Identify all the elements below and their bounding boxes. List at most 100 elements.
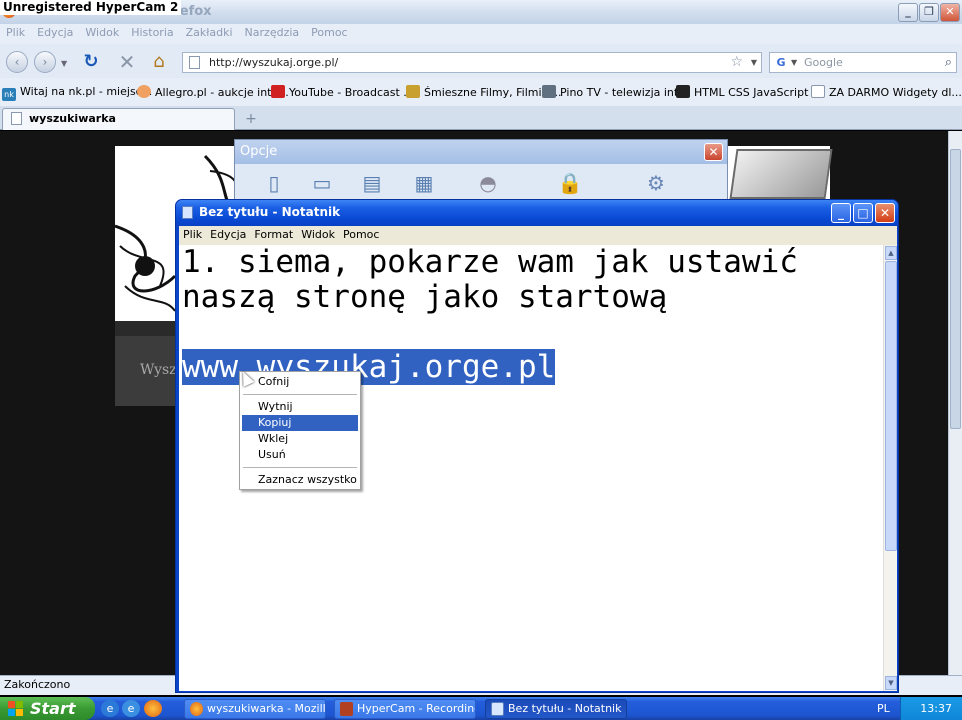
minimize-button[interactable]: _ (898, 3, 918, 22)
menu-edycja[interactable]: Edycja (31, 24, 79, 42)
notepad-menubar: Plik Edycja Format Widok Pomoc (179, 226, 897, 245)
notepad-close-button[interactable]: ✕ (875, 203, 895, 223)
tab-wyszukiwarka[interactable]: wyszukiwarka (2, 108, 235, 130)
np-menu-edycja[interactable]: Edycja (206, 226, 250, 244)
history-dropdown-icon[interactable]: ▼ (61, 59, 67, 68)
notepad-content: 1. siema, pokarze wam jak ustawić naszą s… (182, 245, 798, 385)
task-label: HyperCam - Recording (357, 702, 476, 715)
bookmark-item[interactable]: nk Witaj na nk.pl - miejsc... (2, 85, 152, 101)
menu-zakladki[interactable]: Zakładki (180, 24, 239, 42)
code-icon (676, 85, 690, 98)
start-label: Start (30, 699, 76, 718)
bookmarks-toolbar: nk Witaj na nk.pl - miejsc... Allegro.pl … (0, 78, 962, 106)
search-engine-dropdown-icon[interactable]: ▼ (791, 53, 797, 72)
np-menu-widok[interactable]: Widok (297, 226, 339, 244)
privacy-mask-icon[interactable]: ◓ (475, 171, 501, 195)
taskbar: Start e e wyszukiwarka - Mozill... Hyper… (0, 697, 962, 720)
clock[interactable]: 13:37 (920, 702, 952, 715)
task-label: Bez tytułu - Notatnik (508, 702, 622, 715)
context-menu: Cofnij Wytnij Kopiuj Wklej Usuń Zaznacz … (239, 371, 361, 490)
content-tab-icon[interactable]: ▤ (359, 171, 385, 195)
task-firefox[interactable]: wyszukiwarka - Mozill... (184, 699, 326, 719)
options-close-button[interactable]: ✕ (704, 143, 723, 161)
menu-item-zaznacz-wszystko[interactable]: Zaznacz wszystko (242, 472, 358, 488)
notepad-maximize-button[interactable]: □ (853, 203, 873, 223)
bookmark-label: Witaj na nk.pl - miejsc... (20, 85, 153, 98)
tv-icon (542, 85, 556, 98)
allegro-icon (137, 85, 151, 98)
menu-pomoc[interactable]: Pomoc (305, 24, 353, 42)
search-icon[interactable]: ⌕ (945, 53, 952, 72)
menu-item-usun[interactable]: Usuń (242, 447, 358, 463)
browser-scrollbar[interactable] (948, 131, 962, 675)
recorder-watermark: Unregistered HyperCam 2 (0, 0, 182, 15)
ie-quicklaunch-icon[interactable]: e (122, 700, 140, 717)
text-line: naszą stronę jako startową (182, 279, 668, 315)
menu-item-kopiuj[interactable]: Kopiuj (242, 415, 358, 431)
back-button[interactable]: ‹ (6, 51, 28, 73)
search-input[interactable]: G ▼ Google ⌕ (769, 52, 957, 73)
url-dropdown-icon[interactable]: ▼ (751, 53, 757, 72)
bookmark-star-icon[interactable]: ☆ (730, 53, 743, 72)
page-icon (811, 85, 825, 98)
task-label: wyszukiwarka - Mozill... (207, 702, 326, 715)
applications-tab-icon[interactable]: ▦ (411, 171, 437, 195)
search-placeholder: Google (804, 56, 843, 69)
options-dialog-title: Opcje (235, 140, 727, 164)
menu-narzedzia[interactable]: Narzędzia (239, 24, 306, 42)
firefox-icon (190, 702, 203, 716)
close-button[interactable]: ✕ (940, 3, 960, 22)
laptop-image (729, 149, 833, 199)
scroll-down-icon[interactable]: ▼ (885, 676, 897, 690)
tabs-tab-icon[interactable]: ▭ (309, 171, 335, 195)
maximize-button[interactable]: ❐ (919, 3, 939, 22)
bookmark-item[interactable]: HTML CSS JavaScript ... (676, 85, 822, 100)
task-notepad[interactable]: Bez tytułu - Notatnik (485, 699, 627, 719)
menu-item-wklej[interactable]: Wklej (242, 431, 358, 447)
menu-historia[interactable]: Historia (125, 24, 179, 42)
bookmark-label: YouTube - Broadcast ... (289, 86, 414, 99)
bookmark-item[interactable]: Allegro.pl - aukcje inte... (137, 85, 289, 100)
youtube-icon (271, 85, 285, 98)
scroll-thumb[interactable] (950, 149, 961, 429)
home-icon[interactable]: ⌂ (148, 52, 170, 72)
google-icon[interactable]: G (773, 55, 789, 70)
np-menu-plik[interactable]: Plik (179, 226, 206, 244)
menu-widok[interactable]: Widok (79, 24, 125, 42)
bookmark-item[interactable]: ZA DARMO Widgety dl... (811, 85, 962, 100)
page-icon (11, 112, 22, 125)
bookmark-label: Allegro.pl - aukcje inte... (155, 86, 289, 99)
bookmark-label: Pino TV - telewizja int... (560, 86, 689, 99)
bookmark-item[interactable]: Śmieszne Filmy, Filmiki... (406, 85, 561, 100)
menu-item-cofnij[interactable]: Cofnij (242, 374, 358, 390)
bookmark-item[interactable]: YouTube - Broadcast ... (271, 85, 414, 100)
np-menu-format[interactable]: Format (250, 226, 297, 244)
tab-bar: wyszukiwarka + (0, 106, 962, 130)
scroll-up-icon[interactable]: ▲ (885, 246, 897, 260)
notepad-minimize-button[interactable]: _ (831, 203, 851, 223)
start-button[interactable]: Start (0, 697, 95, 720)
notepad-scrollbar[interactable]: ▲ ▼ (883, 245, 897, 691)
scroll-thumb[interactable] (885, 261, 897, 551)
menu-item-wytnij[interactable]: Wytnij (242, 399, 358, 415)
selected-text: www.wyszukaj.orge.pl (182, 349, 556, 385)
advanced-gear-icon[interactable]: ⚙ (643, 171, 669, 195)
menu-plik[interactable]: Plik (0, 24, 31, 42)
menu-separator (243, 467, 357, 468)
firefox-quicklaunch-icon[interactable] (144, 700, 162, 717)
new-tab-button[interactable]: + (240, 110, 262, 128)
url-bar[interactable]: http://wyszukaj.orge.pl/ ☆ ▼ (182, 52, 762, 73)
security-lock-icon[interactable]: 🔒 (557, 171, 583, 195)
hypercam-icon (340, 702, 353, 716)
general-tab-icon[interactable]: ▯ (261, 171, 287, 195)
np-menu-pomoc[interactable]: Pomoc (339, 226, 383, 244)
forward-button[interactable]: › (34, 51, 56, 73)
bookmark-item[interactable]: Pino TV - telewizja int... (542, 85, 689, 100)
language-indicator[interactable]: PL (877, 697, 890, 720)
ie-icon[interactable]: e (101, 700, 119, 717)
task-hypercam[interactable]: HyperCam - Recording (334, 699, 476, 719)
notepad-titlebar: Bez tytułu - Notatnik _ □ ✕ (176, 200, 898, 226)
page-icon (189, 56, 200, 69)
stop-icon[interactable]: ✕ (116, 52, 138, 72)
reload-icon[interactable]: ↻ (80, 52, 102, 72)
